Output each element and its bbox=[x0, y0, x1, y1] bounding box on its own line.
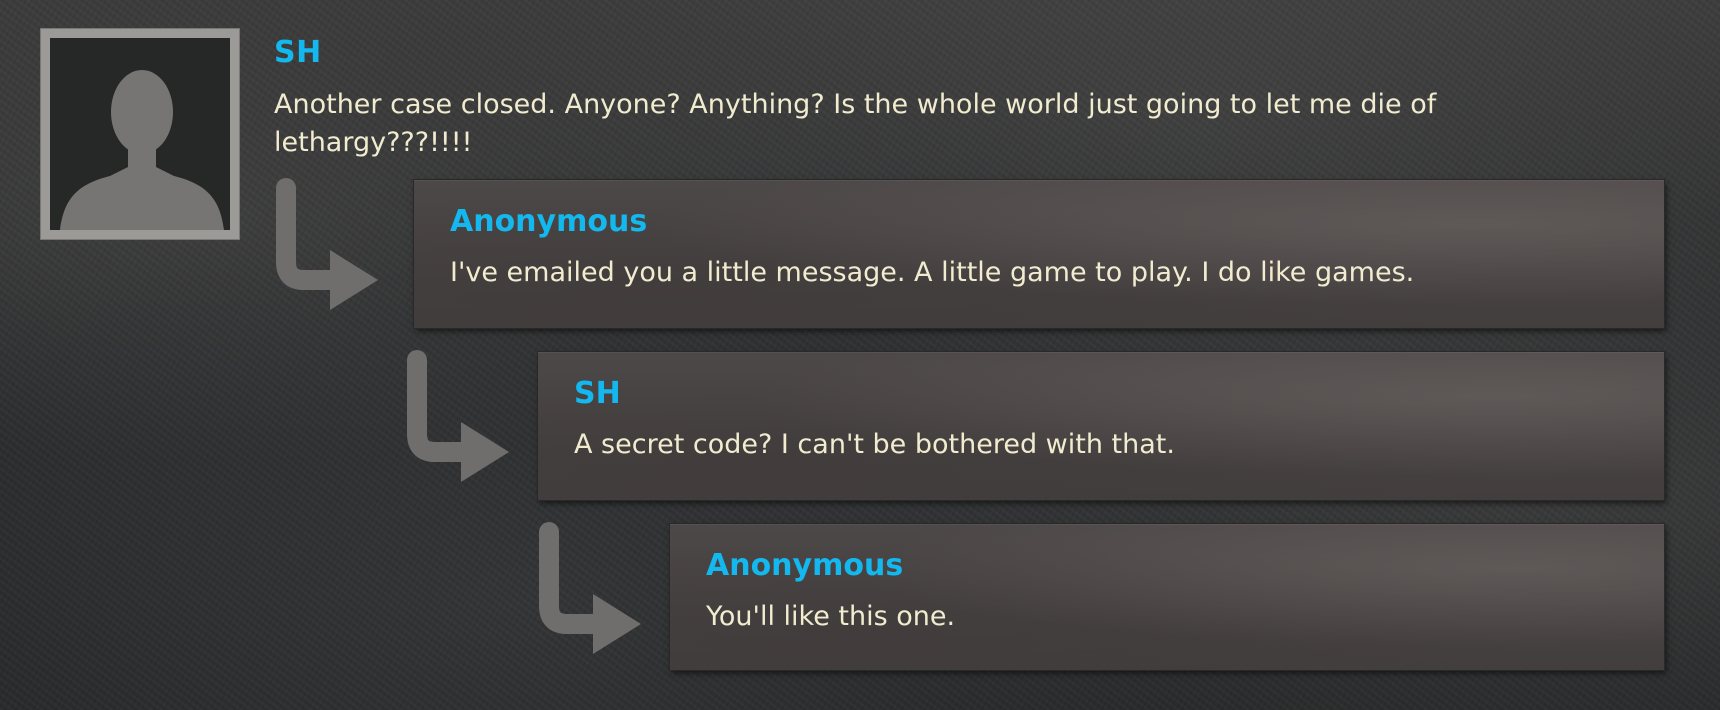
post-text: Another case closed. Anyone? Anything? I… bbox=[274, 89, 1437, 158]
reply-arrow-icon bbox=[272, 178, 384, 316]
reply-author[interactable]: Anonymous bbox=[450, 202, 647, 242]
reply-card: Anonymous You'll like this one. bbox=[670, 524, 1664, 670]
person-silhouette-icon bbox=[50, 38, 230, 230]
reply-card: SH A secret code? I can't be bothered wi… bbox=[538, 352, 1664, 500]
reply-arrow-icon bbox=[535, 522, 647, 660]
reply-arrow-icon bbox=[403, 350, 515, 488]
reply-author[interactable]: SH bbox=[574, 374, 621, 414]
reply-text: You'll like this one. bbox=[706, 601, 956, 632]
post-author[interactable]: SH bbox=[274, 33, 322, 73]
reply-author[interactable]: Anonymous bbox=[706, 546, 903, 586]
reply-text: A secret code? I can't be bothered with … bbox=[574, 429, 1175, 460]
reply-text: I've emailed you a little message. A lit… bbox=[450, 257, 1415, 288]
reply-card: Anonymous I've emailed you a little mess… bbox=[414, 180, 1664, 328]
avatar[interactable] bbox=[41, 29, 239, 239]
